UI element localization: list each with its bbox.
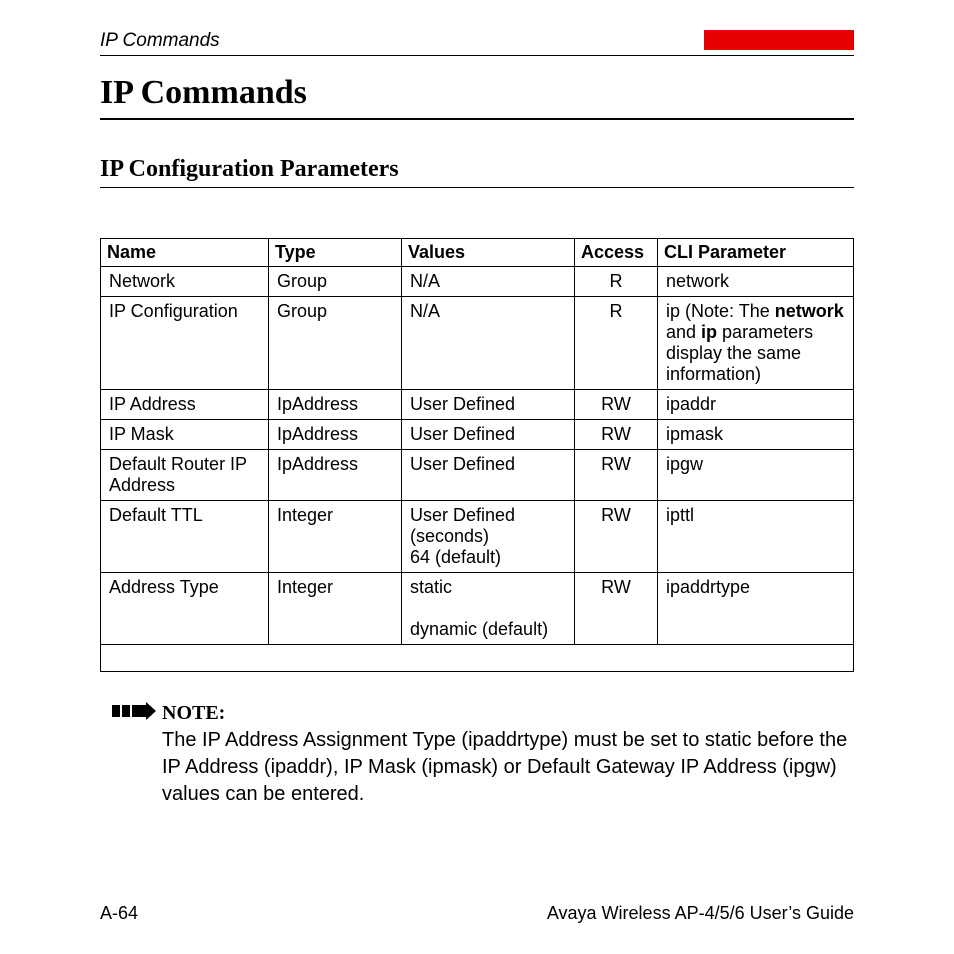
table-cell: RW — [575, 501, 658, 573]
table-blank-row — [101, 645, 854, 672]
note-block: NOTE: The IP Address Assignment Type (ip… — [100, 700, 854, 808]
col-name: Name — [101, 239, 269, 267]
table-cell: Default TTL — [101, 501, 269, 573]
table-row: IP AddressIpAddressUser DefinedRWipaddr — [101, 390, 854, 420]
table-cell: IpAddress — [269, 450, 402, 501]
table-cell: ipgw — [658, 450, 854, 501]
section-title: IP Configuration Parameters — [100, 156, 854, 188]
table-cell: IpAddress — [269, 390, 402, 420]
doc-title: Avaya Wireless AP-4/5/6 User’s Guide — [547, 903, 854, 924]
table-cell: network — [658, 267, 854, 297]
col-type: Type — [269, 239, 402, 267]
table-cell: static dynamic (default) — [402, 573, 575, 645]
note-arrow-icon — [100, 700, 162, 808]
table-row: IP ConfigurationGroupN/ARip (Note: The n… — [101, 297, 854, 390]
table-cell: RW — [575, 573, 658, 645]
table-cell: User Defined (seconds) 64 (default) — [402, 501, 575, 573]
header-accent-block — [704, 30, 854, 50]
col-access: Access — [575, 239, 658, 267]
table-cell: IP Address — [101, 390, 269, 420]
table-cell: Integer — [269, 501, 402, 573]
table-cell: Address Type — [101, 573, 269, 645]
table-cell: N/A — [402, 297, 575, 390]
col-values: Values — [402, 239, 575, 267]
table-cell: Group — [269, 267, 402, 297]
table-cell: User Defined — [402, 420, 575, 450]
col-cli: CLI Parameter — [658, 239, 854, 267]
table-cell: RW — [575, 390, 658, 420]
table-cell: User Defined — [402, 390, 575, 420]
page-number: A-64 — [100, 903, 138, 924]
table-cell: ipaddrtype — [658, 573, 854, 645]
table-cell: N/A — [402, 267, 575, 297]
table-cell: ipmask — [658, 420, 854, 450]
table-cell: IpAddress — [269, 420, 402, 450]
table-cell: R — [575, 267, 658, 297]
table-cell: ipttl — [658, 501, 854, 573]
table-row: NetworkGroupN/ARnetwork — [101, 267, 854, 297]
table-row: Default Router IP AddressIpAddressUser D… — [101, 450, 854, 501]
table-row: Default TTLIntegerUser Defined (seconds)… — [101, 501, 854, 573]
table-cell — [101, 645, 854, 672]
table-header-row: Name Type Values Access CLI Parameter — [101, 239, 854, 267]
table-cell: ip (Note: The network and ip parameters … — [658, 297, 854, 390]
table-row: IP MaskIpAddressUser DefinedRWipmask — [101, 420, 854, 450]
table-cell: Integer — [269, 573, 402, 645]
note-text: The IP Address Assignment Type (ipaddrty… — [162, 729, 847, 805]
page-title: IP Commands — [100, 74, 854, 120]
table-cell: User Defined — [402, 450, 575, 501]
table-cell: RW — [575, 420, 658, 450]
table-cell: Default Router IP Address — [101, 450, 269, 501]
table-row: Address TypeIntegerstatic dynamic (defau… — [101, 573, 854, 645]
table-cell: R — [575, 297, 658, 390]
note-label: NOTE: — [162, 702, 225, 724]
table-cell: IP Mask — [101, 420, 269, 450]
table-cell: RW — [575, 450, 658, 501]
table-cell: Group — [269, 297, 402, 390]
table-cell: IP Configuration — [101, 297, 269, 390]
ip-config-parameters-table: Name Type Values Access CLI Parameter Ne… — [100, 238, 854, 672]
table-cell: Network — [101, 267, 269, 297]
table-cell: ipaddr — [658, 390, 854, 420]
